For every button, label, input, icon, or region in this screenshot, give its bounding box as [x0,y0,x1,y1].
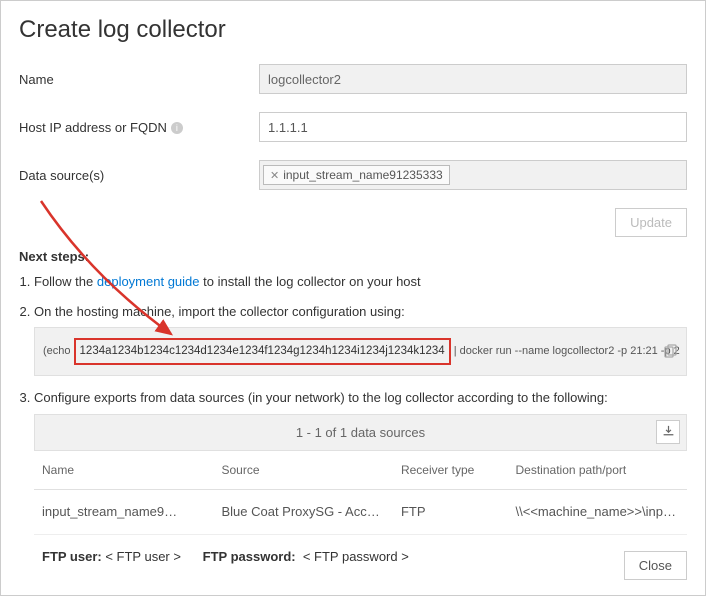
name-input[interactable] [259,64,687,94]
cell-name: input_stream_name9… [34,490,213,535]
cell-source: Blue Coat ProxySG - Access l… [213,490,392,535]
credentials-row: FTP user: < FTP user > FTP password: < F… [34,535,687,579]
deployment-guide-link[interactable]: deployment guide [97,274,200,289]
datasource-table: Name Source Receiver type Destination pa… [34,451,687,535]
step-3: Configure exports from data sources (in … [34,388,687,578]
download-icon[interactable] [656,420,680,444]
command-box[interactable]: (echo 1234a1234b1234c1234d1234e1234f1234… [34,327,687,376]
col-receiver[interactable]: Receiver type [393,451,508,490]
info-icon[interactable]: i [171,122,183,134]
update-button[interactable]: Update [615,208,687,237]
dialog-title: Create log collector [19,16,687,44]
datasource-label: Data source(s) [19,168,259,183]
tag-label: input_stream_name91235333 [283,168,442,182]
code-suffix: | docker run --name logcollector2 -p 21:… [454,343,680,360]
col-source[interactable]: Source [213,451,392,490]
next-steps-heading: Next steps: [19,249,687,264]
col-dest[interactable]: Destination path/port [508,451,688,490]
table-row[interactable]: input_stream_name9… Blue Coat ProxySG - … [34,490,687,535]
close-button[interactable]: Close [624,551,687,580]
host-label: Host IP address or FQDNi [19,120,259,135]
name-label: Name [19,72,259,87]
table-summary: 1 - 1 of 1 data sources [34,414,687,452]
datasource-input[interactable]: ✕ input_stream_name91235333 [259,160,687,190]
host-input[interactable] [259,112,687,142]
col-name[interactable]: Name [34,451,213,490]
copy-icon[interactable] [662,344,678,360]
step-1: Follow the deployment guide to install t… [34,272,687,292]
remove-tag-icon[interactable]: ✕ [270,169,279,182]
cell-dest: \\<<machine_name>>\input_stre… [508,490,688,535]
cell-receiver: FTP [393,490,508,535]
datasource-tag[interactable]: ✕ input_stream_name91235333 [263,165,450,185]
code-prefix: (echo [43,343,71,360]
api-token-highlight: 1234a1234b1234c1234d1234e1234f1234g1234h… [74,338,451,365]
step-2: On the hosting machine, import the colle… [34,302,687,377]
